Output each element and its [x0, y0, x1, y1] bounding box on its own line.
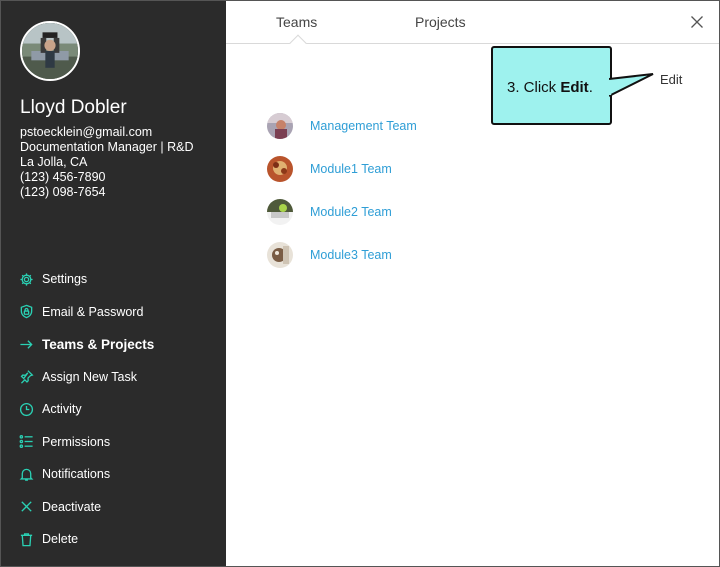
user-title: Documentation Manager | R&D [20, 140, 194, 154]
edit-button[interactable]: Edit [660, 72, 682, 87]
shield-icon [19, 304, 34, 319]
list-item: Module3 Team [267, 233, 417, 276]
user-location: La Jolla, CA [20, 155, 88, 169]
app-window: Lloyd Dobler pstoecklein@gmail.com Docum… [0, 0, 720, 567]
instruction-callout: 3. Click Edit. [491, 46, 612, 125]
sidebar-item-label: Deactivate [42, 499, 102, 514]
user-phone-1: (123) 456-7890 [20, 170, 106, 184]
team-photo-icon [267, 155, 293, 182]
close-button[interactable] [690, 15, 704, 29]
sidebar-item-assign-new-task[interactable]: Assign New Task [19, 361, 219, 394]
callout-pointer-icon [609, 73, 654, 97]
x-icon [19, 499, 34, 514]
callout-prefix: 3. Click [507, 79, 561, 96]
gear-icon [19, 272, 34, 287]
team-link-module2[interactable]: Module2 Team [310, 205, 392, 219]
team-photo-icon [267, 241, 293, 268]
close-icon [691, 16, 703, 28]
callout-action: Edit [560, 79, 589, 96]
trash-icon [19, 532, 34, 547]
sidebar-item-label: Permissions [42, 434, 111, 449]
sidebar: Lloyd Dobler pstoecklein@gmail.com Docum… [1, 1, 226, 566]
sidebar-item-permissions[interactable]: Permissions [19, 426, 219, 459]
sidebar-item-label: Assign New Task [42, 369, 137, 384]
sidebar-item-delete[interactable]: Delete [19, 523, 219, 556]
team-avatar[interactable] [267, 198, 293, 225]
callout-suffix: . [588, 79, 593, 96]
callout-text: 3. Click Edit. [507, 79, 593, 96]
sidebar-item-settings[interactable]: Settings [19, 263, 219, 296]
sidebar-item-activity[interactable]: Activity [19, 393, 219, 426]
sidebar-item-label: Teams & Projects [42, 336, 155, 352]
user-name: Lloyd Dobler [20, 97, 127, 118]
list-icon [19, 434, 34, 449]
active-tab-indicator [289, 34, 307, 52]
user-details: pstoecklein@gmail.com Documentation Mana… [20, 125, 193, 200]
arrow-right-icon [19, 337, 34, 352]
team-link-module1[interactable]: Module1 Team [310, 162, 392, 176]
clock-icon [19, 402, 34, 417]
sidebar-nav: Settings Email & Password Teams & Projec… [19, 263, 219, 556]
sidebar-item-email-password[interactable]: Email & Password [19, 296, 219, 329]
team-link-module3[interactable]: Module3 Team [310, 248, 392, 262]
tab-projects[interactable]: Projects [415, 14, 466, 30]
team-photo-icon [267, 198, 293, 225]
tab-teams[interactable]: Teams [276, 14, 317, 30]
team-avatar[interactable] [267, 155, 293, 182]
list-item: Management Team [267, 104, 417, 147]
sidebar-item-deactivate[interactable]: Deactivate [19, 491, 219, 524]
sidebar-item-label: Notifications [42, 467, 111, 482]
avatar-photo-icon [22, 23, 78, 79]
user-phone-2: (123) 098-7654 [20, 185, 106, 199]
pin-icon [19, 369, 34, 384]
sidebar-item-teams-projects[interactable]: Teams & Projects [19, 328, 219, 361]
team-avatar[interactable] [267, 112, 293, 139]
team-photo-icon [267, 112, 293, 139]
sidebar-item-label: Email & Password [42, 304, 144, 319]
team-avatar[interactable] [267, 241, 293, 268]
sidebar-item-label: Delete [42, 532, 79, 547]
list-item: Module2 Team [267, 190, 417, 233]
user-avatar[interactable] [20, 21, 80, 81]
bell-icon [19, 467, 34, 482]
team-list: Management Team Module1 Team Module2 Tea… [267, 104, 417, 276]
team-link-management[interactable]: Management Team [310, 119, 417, 133]
sidebar-item-label: Activity [42, 402, 82, 417]
tab-bar: Teams Projects [226, 1, 719, 52]
sidebar-item-notifications[interactable]: Notifications [19, 458, 219, 491]
sidebar-item-label: Settings [42, 272, 88, 287]
user-email: pstoecklein@gmail.com [20, 125, 153, 139]
list-item: Module1 Team [267, 147, 417, 190]
